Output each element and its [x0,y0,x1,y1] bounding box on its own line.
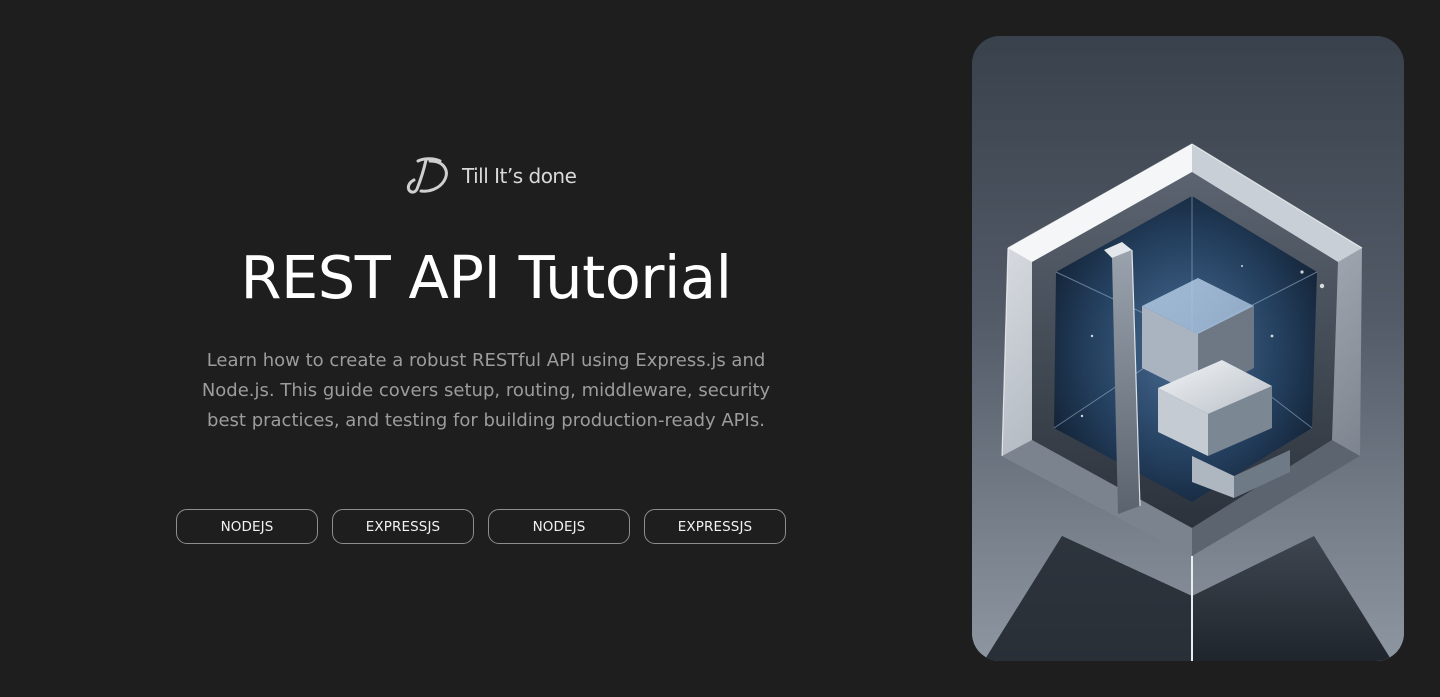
hero-image-card [972,36,1404,661]
page-description: Learn how to create a robust RESTful API… [201,350,771,431]
tag-expressjs[interactable]: EXPRESSJS [644,509,786,544]
hero-section: Till It’s done REST API Tutorial Learn h… [0,0,972,697]
page: Till It’s done REST API Tutorial Learn h… [0,0,1440,697]
tag-expressjs[interactable]: EXPRESSJS [332,509,474,544]
td-monogram-icon [406,157,448,194]
brand-name: Till It’s done [462,164,577,188]
hexagon-crystal-illustration [972,36,1404,661]
page-title: REST API Tutorial [240,243,732,312]
brand[interactable]: Till It’s done [404,155,577,197]
tag-nodejs[interactable]: NODEJS [488,509,630,544]
tag-list: NODEJS EXPRESSJS NODEJS EXPRESSJS [176,509,786,544]
tag-nodejs[interactable]: NODEJS [176,509,318,544]
